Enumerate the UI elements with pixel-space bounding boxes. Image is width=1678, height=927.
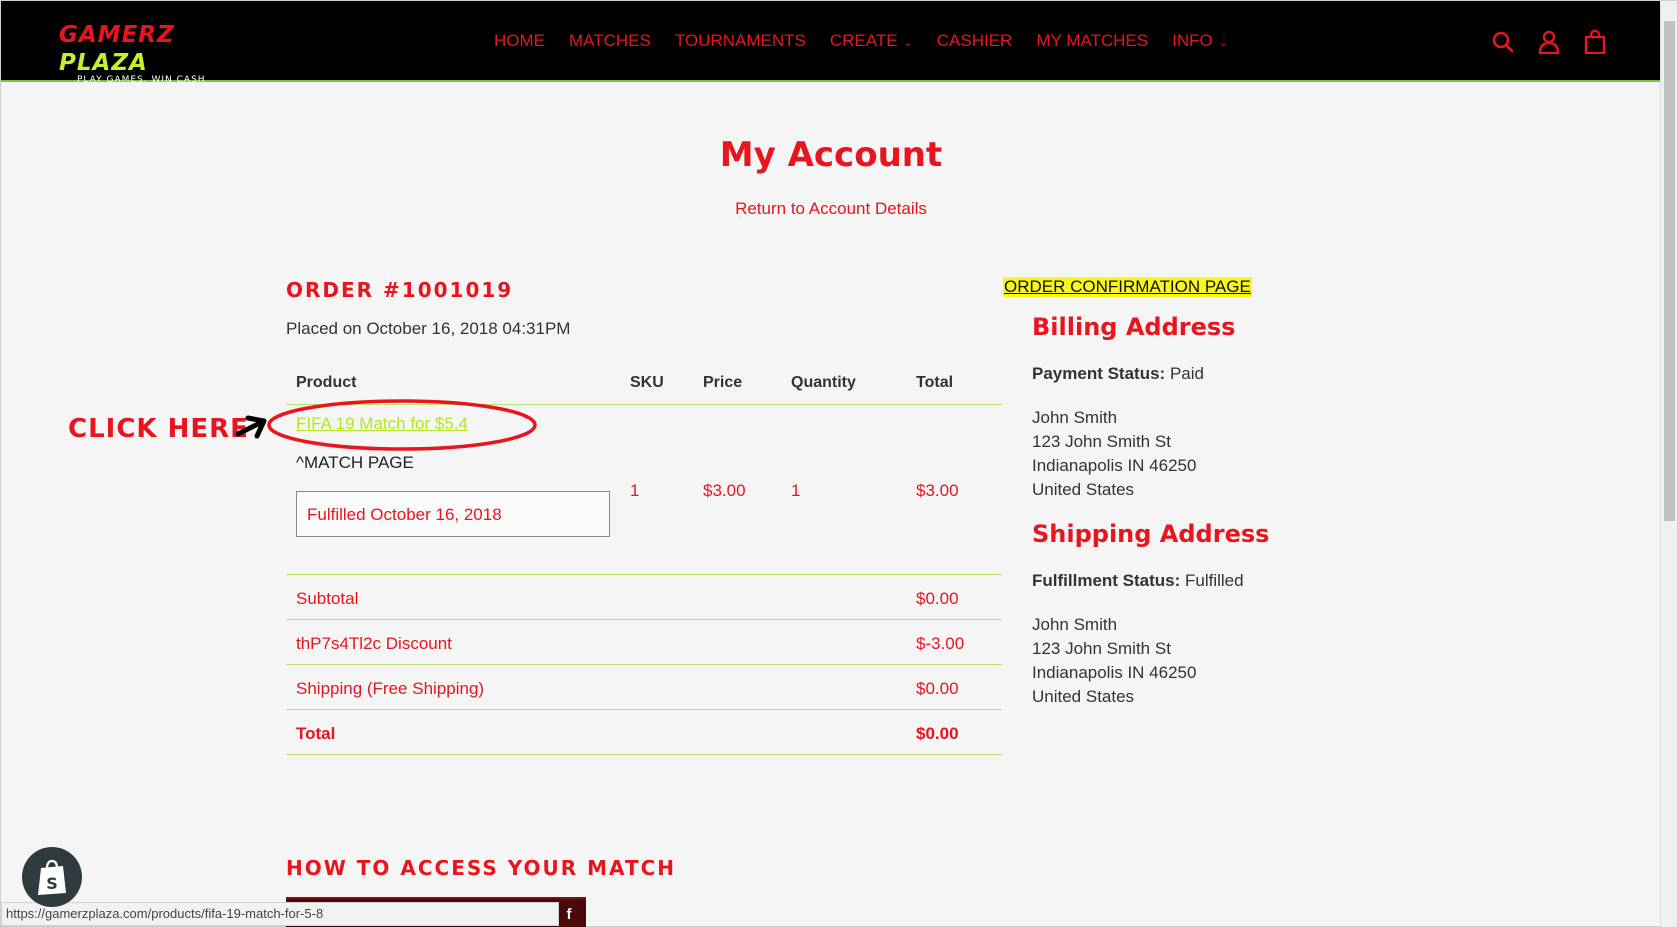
summary-subtotal-value: $0.00 (916, 589, 959, 608)
billing-country: United States (1032, 480, 1135, 499)
summary-shipping-label: Shipping (Free Shipping) (296, 679, 485, 698)
item-price: $3.00 (703, 481, 746, 500)
shopping-bag-icon: S (38, 859, 66, 895)
item-total: $3.00 (916, 481, 959, 500)
return-to-account-link[interactable]: Return to Account Details (1, 199, 1661, 219)
logo-wordmark: GAMERZ PLAZA (59, 22, 175, 76)
billing-address-heading: Billing Address (1032, 313, 1236, 341)
nav-create[interactable]: CREATE ⌄ (830, 31, 913, 51)
browser-status-url: https://gamerzplaza.com/products/fifa-19… (1, 902, 559, 926)
facebook-icon[interactable]: f (559, 906, 579, 926)
arrow-icon (235, 415, 267, 439)
summary-subtotal-label: Subtotal (296, 589, 359, 608)
site-header: GAMERZ PLAZA PLAY GAMES, WIN CASH HOME M… (1, 1, 1661, 85)
chevron-down-icon: ⌄ (1218, 36, 1228, 49)
shopify-badge[interactable]: S (22, 847, 82, 907)
logo-tagline: PLAY GAMES, WIN CASH (77, 75, 206, 85)
shipping-name: John Smith (1032, 615, 1118, 634)
fulfillment-status-box: Fulfilled October 16, 2018 (296, 491, 610, 537)
scrollbar-thumb[interactable] (1664, 21, 1675, 521)
site-logo[interactable]: GAMERZ PLAZA PLAY GAMES, WIN CASH (59, 21, 229, 85)
nav-my-matches[interactable]: MY MATCHES (1036, 31, 1148, 51)
col-sku: SKU (630, 374, 664, 391)
divider (286, 664, 1002, 665)
main-nav: HOME MATCHES TOURNAMENTS CREATE ⌄ CASHIER… (494, 31, 1252, 51)
summary-total-value: $0.00 (916, 724, 959, 743)
header-icons (1491, 29, 1607, 55)
summary-discount-value: $-3.00 (916, 634, 965, 653)
divider (286, 709, 1002, 710)
svg-text:S: S (46, 874, 58, 893)
nav-tournaments[interactable]: TOURNAMENTS (675, 31, 806, 51)
shipping-city: Indianapolis IN 46250 (1032, 663, 1197, 682)
order-confirmation-label: ORDER CONFIRMATION PAGE (1003, 277, 1252, 297)
how-to-access-heading: HOW TO ACCESS YOUR MATCH (286, 856, 677, 880)
nav-cashier[interactable]: CASHIER (937, 31, 1013, 51)
nav-matches[interactable]: MATCHES (569, 31, 651, 51)
fulfillment-status: Fulfillment Status: Fulfilled (1032, 571, 1244, 590)
divider (286, 619, 1002, 620)
click-here-annotation: CLICK HERE (68, 414, 249, 444)
col-quantity: Quantity (791, 374, 856, 391)
chevron-down-icon: ⌄ (903, 36, 913, 49)
col-total: Total (916, 374, 954, 391)
order-placed-date: Placed on October 16, 2018 04:31PM (286, 319, 571, 338)
order-number: ORDER #1001019 (286, 278, 514, 302)
search-icon[interactable] (1491, 29, 1515, 55)
billing-street: 123 John Smith St (1032, 432, 1171, 451)
page-title: My Account (719, 135, 943, 175)
billing-name: John Smith (1032, 408, 1118, 427)
summary-total-label: Total (296, 724, 336, 743)
col-price: Price (703, 374, 743, 391)
divider (286, 574, 1002, 575)
cart-icon[interactable] (1583, 29, 1607, 55)
nav-home[interactable]: HOME (494, 31, 545, 51)
shipping-country: United States (1032, 687, 1135, 706)
scrollbar[interactable] (1660, 1, 1677, 927)
nav-info[interactable]: INFO ⌄ (1172, 31, 1228, 51)
billing-city: Indianapolis IN 46250 (1032, 456, 1197, 475)
match-page-note: ^MATCH PAGE (296, 453, 414, 472)
item-sku: 1 (630, 481, 640, 500)
divider (286, 754, 1002, 755)
highlight-ellipse (267, 399, 537, 451)
payment-status: Payment Status: Paid (1032, 364, 1204, 383)
shipping-address-heading: Shipping Address (1032, 520, 1270, 548)
summary-discount-label: thP7s4Tl2c Discount (296, 634, 452, 653)
shipping-street: 123 John Smith St (1032, 639, 1171, 658)
annotation-overlay (235, 399, 537, 451)
summary-shipping-value: $0.00 (916, 679, 959, 698)
col-product: Product (296, 374, 357, 391)
user-icon[interactable] (1537, 29, 1561, 55)
item-quantity: 1 (791, 481, 801, 500)
